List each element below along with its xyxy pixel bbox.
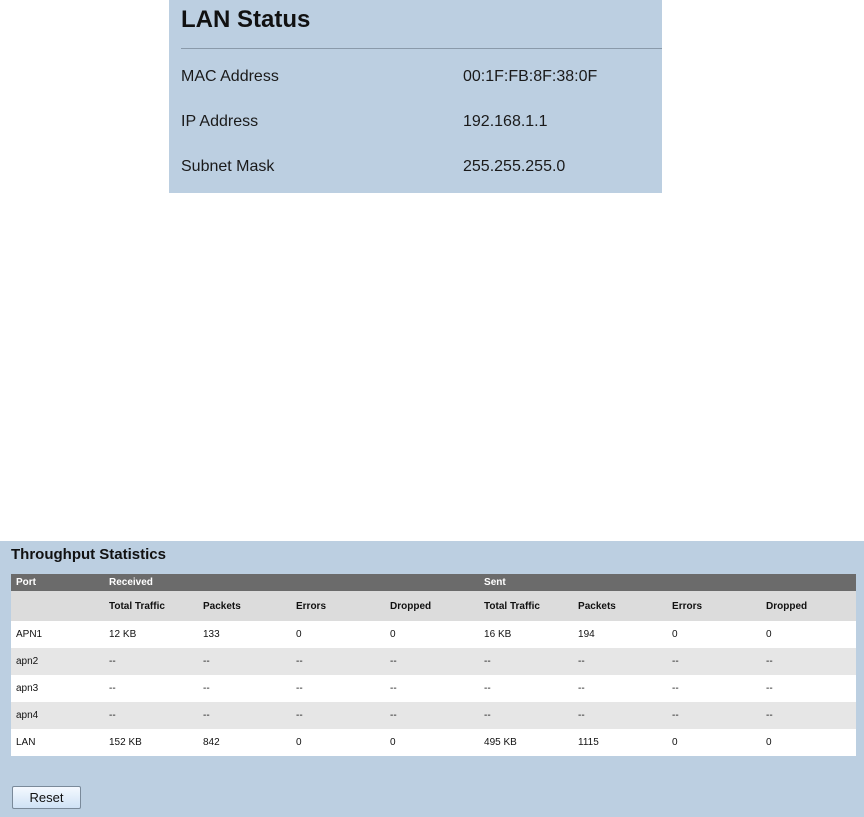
ip-address-row: IP Address 192.168.1.1 [181,113,662,135]
table-cell: -- [291,702,385,729]
table-row: apn3 -- -- -- -- -- -- -- -- [11,675,857,702]
table-cell: -- [761,675,857,702]
table-cell: 0 [291,621,385,648]
table-cell: -- [761,702,857,729]
sent-total-traffic-header: Total Traffic [479,591,574,621]
table-cell: 0 [761,621,857,648]
mac-address-row: MAC Address 00:1F:FB:8F:38:0F [181,68,662,90]
table-cell: -- [291,648,385,675]
table-header-row: Port Received Sent [11,574,857,591]
throughput-table: Port Received Sent Total Traffic Packets… [11,574,857,756]
table-cell: 16 KB [479,621,574,648]
table-cell: -- [667,648,762,675]
throughput-statistics-panel: Throughput Statistics Port Received Sent… [0,541,864,817]
mac-address-label: MAC Address [181,68,279,85]
table-cell: -- [198,702,291,729]
received-header: Received [104,574,480,591]
port-cell: apn4 [11,702,104,729]
port-subheader-empty [11,591,104,621]
port-header: Port [11,574,104,591]
table-cell: 0 [761,729,857,756]
sent-errors-header: Errors [667,591,762,621]
table-cell: -- [479,648,574,675]
port-cell: apn3 [11,675,104,702]
sent-packets-header: Packets [573,591,668,621]
table-row: LAN 152 KB 842 0 0 495 KB 1115 0 0 [11,729,857,756]
ip-address-label: IP Address [181,113,259,130]
table-cell: -- [198,648,291,675]
table-cell: 1115 [573,729,668,756]
table-cell: 0 [385,621,480,648]
mac-address-value: 00:1F:FB:8F:38:0F [463,68,598,85]
table-cell: -- [104,702,198,729]
table-cell: -- [573,675,668,702]
received-errors-header: Errors [291,591,385,621]
table-cell: 0 [667,621,762,648]
subnet-mask-row: Subnet Mask 255.255.255.0 [181,158,662,180]
title-divider [181,48,662,49]
table-cell: -- [479,675,574,702]
table-cell: -- [667,675,762,702]
port-cell: LAN [11,729,104,756]
table-cell: -- [761,648,857,675]
table-cell: -- [667,702,762,729]
table-cell: -- [104,648,198,675]
table-cell: 0 [385,729,480,756]
table-row: apn4 -- -- -- -- -- -- -- -- [11,702,857,729]
ip-address-value: 192.168.1.1 [463,113,548,130]
table-cell: -- [104,675,198,702]
table-cell: -- [385,648,480,675]
throughput-title: Throughput Statistics [11,546,166,563]
table-cell: 12 KB [104,621,198,648]
received-dropped-header: Dropped [385,591,480,621]
table-cell: -- [385,675,480,702]
lan-status-panel: LAN Status MAC Address 00:1F:FB:8F:38:0F… [169,0,662,193]
table-cell: 133 [198,621,291,648]
port-cell: APN1 [11,621,104,648]
table-subheader-row: Total Traffic Packets Errors Dropped Tot… [11,591,857,621]
table-row: APN1 12 KB 133 0 0 16 KB 194 0 0 [11,621,857,648]
table-cell: -- [573,648,668,675]
reset-button[interactable]: Reset [12,786,81,809]
table-cell: -- [479,702,574,729]
table-cell: 0 [667,729,762,756]
subnet-mask-label: Subnet Mask [181,158,275,175]
table-cell: 842 [198,729,291,756]
table-cell: -- [291,675,385,702]
lan-status-title: LAN Status [181,6,311,33]
table-cell: 194 [573,621,668,648]
received-packets-header: Packets [198,591,291,621]
sent-dropped-header: Dropped [761,591,857,621]
table-cell: -- [573,702,668,729]
table-cell: 0 [291,729,385,756]
table-row: apn2 -- -- -- -- -- -- -- -- [11,648,857,675]
received-total-traffic-header: Total Traffic [104,591,198,621]
subnet-mask-value: 255.255.255.0 [463,158,566,175]
table-cell: 495 KB [479,729,574,756]
table-cell: 152 KB [104,729,198,756]
table-cell: -- [198,675,291,702]
table-cell: -- [385,702,480,729]
port-cell: apn2 [11,648,104,675]
sent-header: Sent [479,574,857,591]
